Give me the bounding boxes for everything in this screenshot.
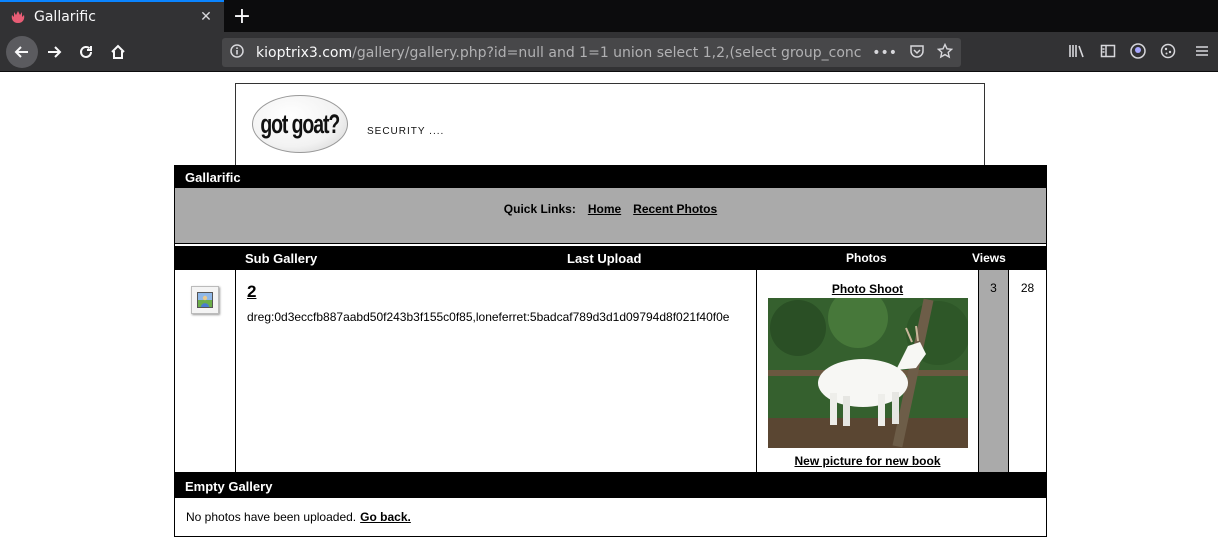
gallery-row: 2 dreg:0d3eccfb887aabd50f243b3f155c0f85,…	[175, 270, 1046, 474]
col-sub-gallery: Sub Gallery	[245, 251, 318, 266]
quick-links-label: Quick Links:	[503, 202, 576, 216]
back-button[interactable]	[6, 35, 38, 68]
empty-message-text: No photos have been uploaded.	[186, 510, 357, 524]
gallery-image-icon[interactable]	[191, 286, 219, 314]
photo-title-link[interactable]: Photo Shoot	[757, 282, 978, 296]
photo-caption-link[interactable]: New picture for new book	[757, 454, 978, 468]
page-content: got goat? SECURITY .... Gallarific Quick…	[0, 73, 1218, 542]
logo-text: got goat?	[260, 108, 341, 139]
forward-button[interactable]	[38, 36, 70, 68]
arrow-left-icon	[14, 45, 28, 58]
quick-links: Quick Links: Home Recent Photos	[175, 188, 1046, 244]
tab-strip: Gallarific ✕ +	[0, 0, 1218, 32]
favicon-icon	[10, 9, 26, 25]
toolbar-right	[1068, 38, 1210, 67]
close-tab-icon[interactable]: ✕	[198, 9, 214, 25]
tab-gallarific[interactable]: Gallarific ✕	[0, 0, 224, 32]
photos-count: 3	[979, 270, 1009, 472]
account-icon[interactable]	[1130, 42, 1146, 63]
info-icon[interactable]	[230, 44, 248, 61]
gallery-description: dreg:0d3eccfb887aabd50f243b3f155c0f85,lo…	[247, 310, 730, 324]
page-actions-icon[interactable]: •••	[872, 45, 897, 61]
arrow-right-icon	[48, 45, 62, 58]
last-upload-cell: Photo Shoot New picture for new book	[757, 270, 979, 472]
tab-title: Gallarific	[34, 9, 96, 25]
col-views: Views	[972, 251, 1006, 265]
url-text[interactable]: kioptrix3.com/gallery/gallery.php?id=nul…	[256, 45, 862, 61]
site-slogan: SECURITY ....	[367, 126, 445, 137]
gallery-name-link[interactable]: 2	[247, 282, 256, 302]
extension-cookie-icon[interactable]	[1160, 43, 1176, 63]
home-icon	[111, 44, 125, 59]
url-bar[interactable]: kioptrix3.com/gallery/gallery.php?id=nul…	[222, 38, 961, 67]
pocket-icon[interactable]	[909, 43, 925, 63]
got-goat-logo: got goat?	[252, 95, 348, 153]
url-host: kioptrix3.com	[256, 44, 353, 61]
url-path: /gallery/gallery.php?id=null and 1=1 uni…	[352, 44, 863, 61]
empty-gallery-message: No photos have been uploaded. Go back.	[175, 498, 1046, 536]
reload-button[interactable]	[70, 36, 102, 68]
goat-photo[interactable]	[767, 298, 968, 448]
gallery-table: Gallarific Quick Links: Home Recent Phot…	[174, 165, 1047, 537]
bookmark-star-icon[interactable]	[936, 42, 954, 63]
empty-gallery-bar: Empty Gallery	[175, 474, 1046, 498]
menu-icon[interactable]	[1194, 43, 1210, 63]
col-last-upload: Last Upload	[567, 251, 642, 266]
col-photos: Photos	[846, 251, 887, 265]
home-link[interactable]: Home	[588, 202, 621, 243]
column-headers: Sub Gallery Last Upload Photos Views	[175, 246, 1046, 270]
go-back-link[interactable]: Go back.	[360, 510, 411, 524]
gallery-icon-cell	[175, 270, 236, 472]
home-button[interactable]	[102, 36, 134, 68]
new-tab-button[interactable]: +	[226, 0, 258, 32]
library-icon[interactable]	[1068, 43, 1086, 63]
site-header: got goat? SECURITY ....	[235, 83, 985, 167]
reload-icon	[80, 45, 92, 58]
views-count: 28	[1020, 281, 1035, 295]
recent-photos-link[interactable]: Recent Photos	[633, 202, 717, 243]
sidebar-icon[interactable]	[1100, 43, 1116, 63]
gallery-title-bar: Gallarific	[175, 166, 1046, 188]
gallery-info-cell: 2 dreg:0d3eccfb887aabd50f243b3f155c0f85,…	[236, 270, 757, 472]
